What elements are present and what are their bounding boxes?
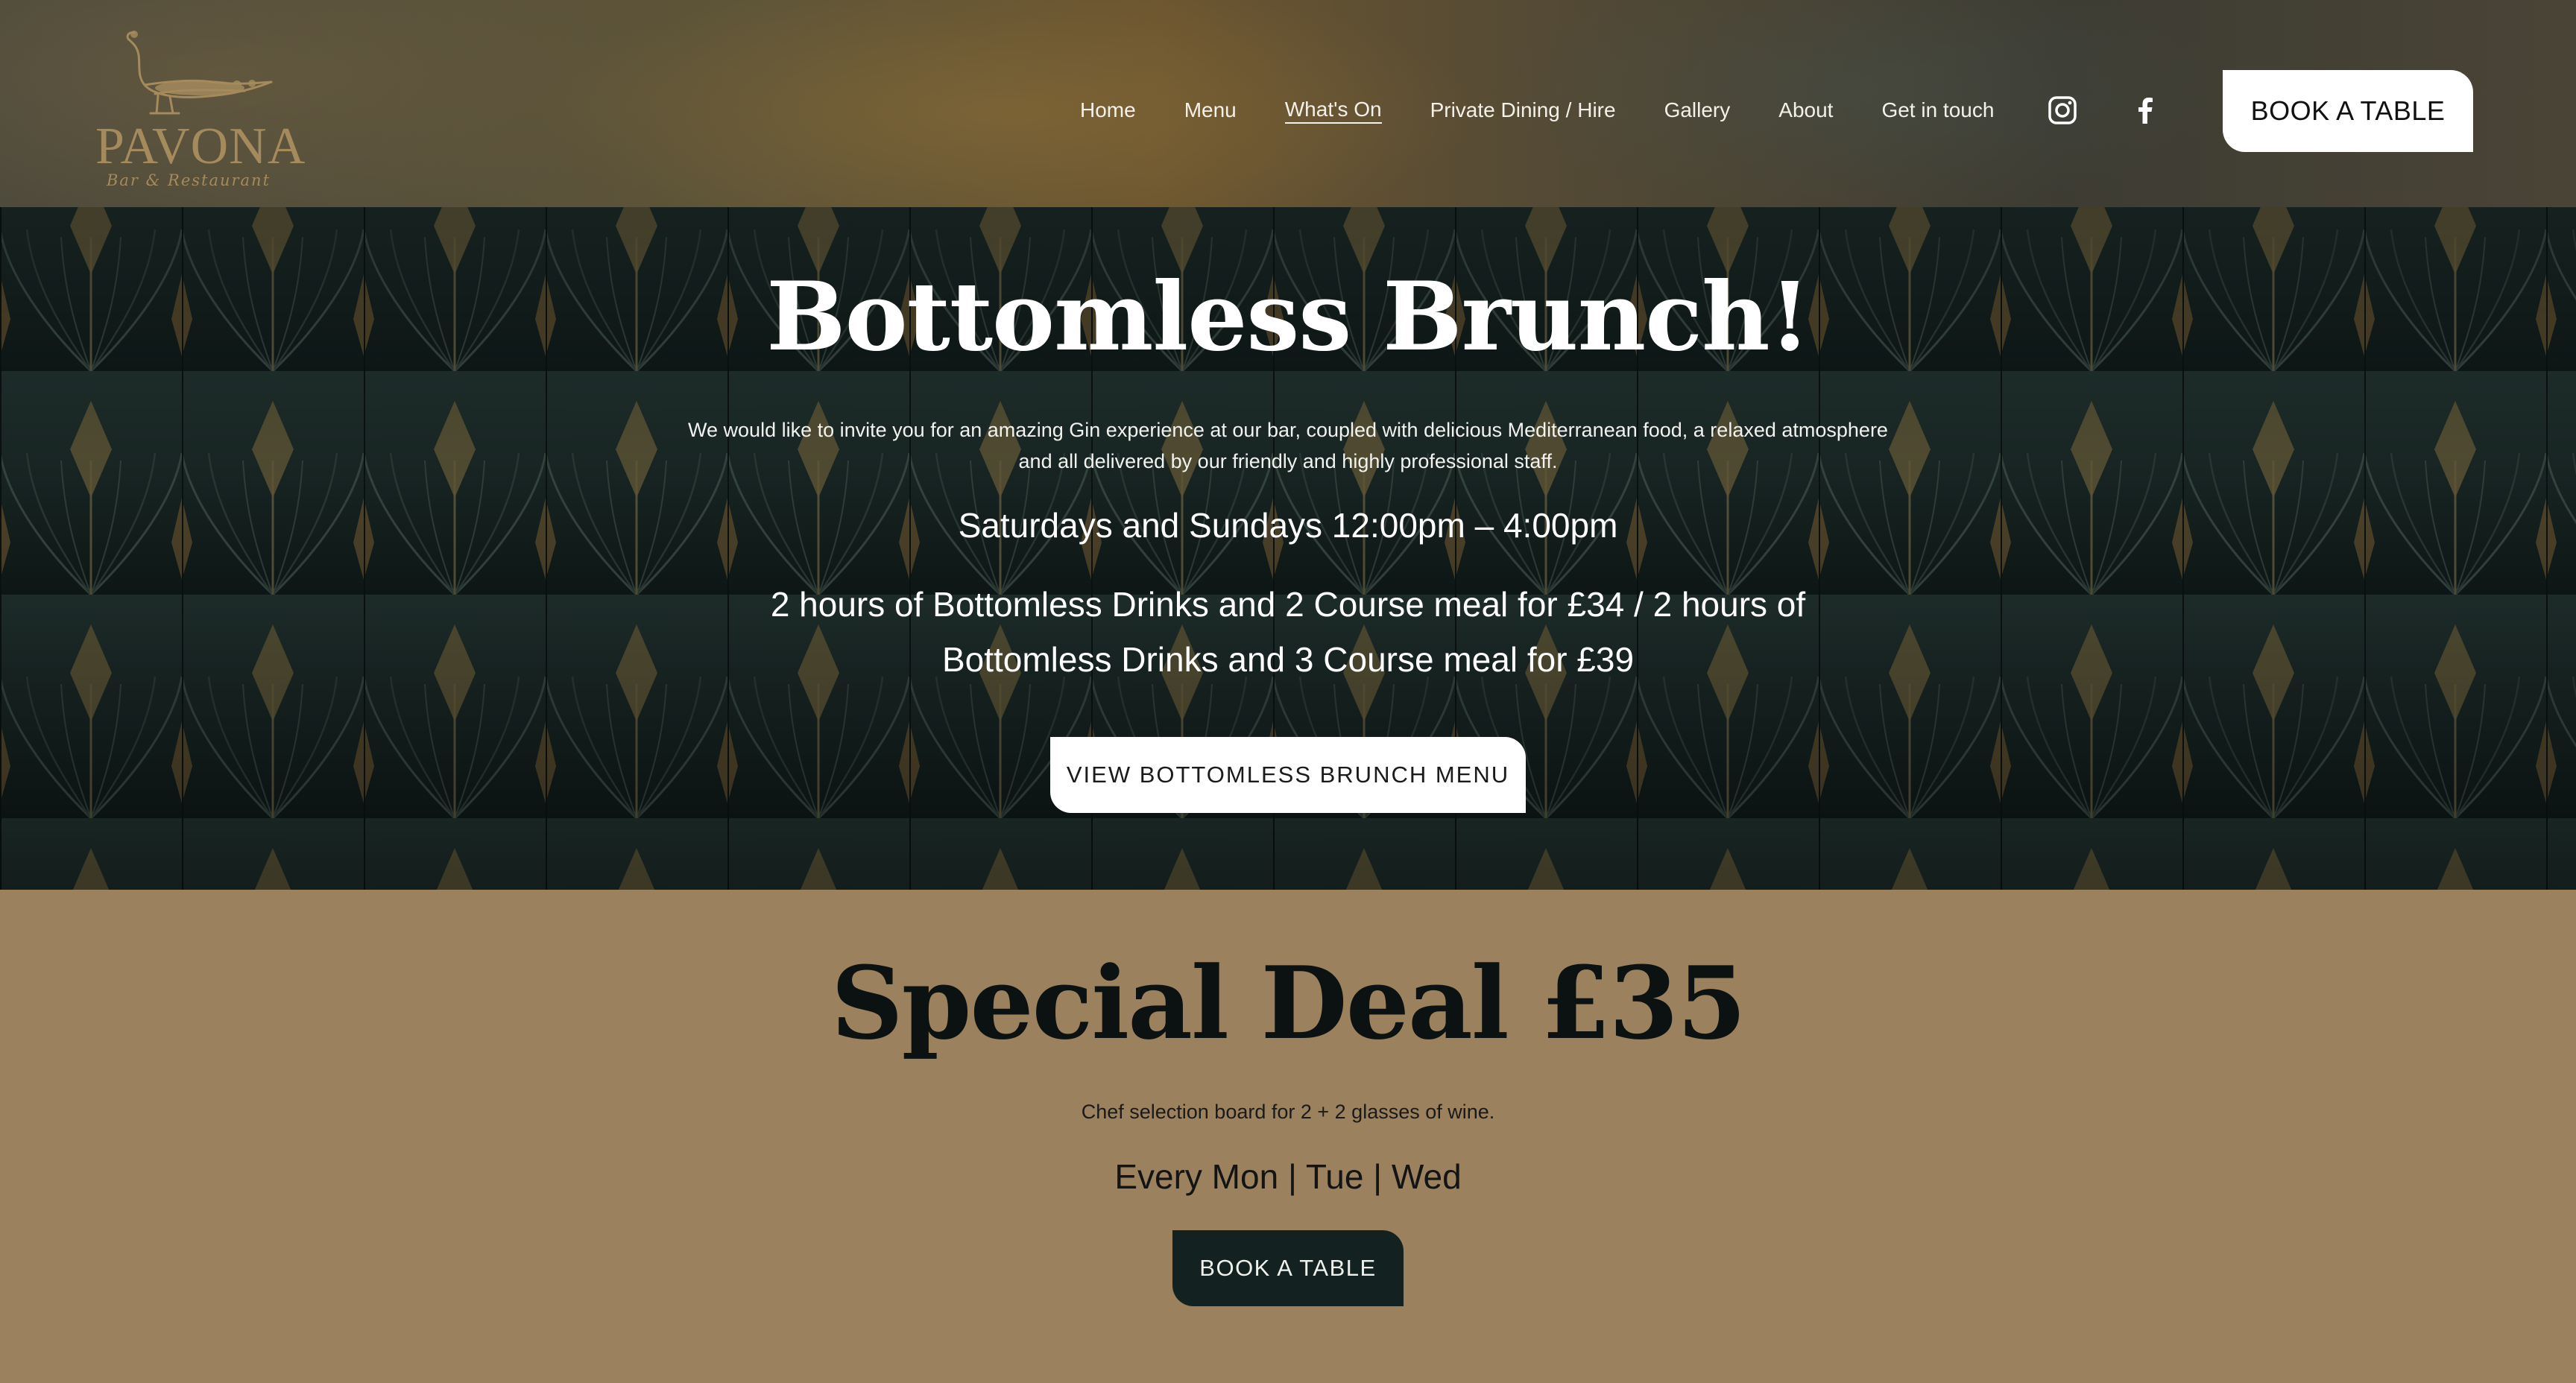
instagram-icon[interactable] xyxy=(2046,94,2079,127)
special-deal-section: Special Deal £35 Chef selection board fo… xyxy=(0,890,2576,1383)
nav-get-in-touch[interactable]: Get in touch xyxy=(1881,97,1994,124)
nav-home[interactable]: Home xyxy=(1080,97,1136,124)
view-brunch-menu-button[interactable]: VIEW BOTTOMLESS BRUNCH MENU xyxy=(1050,737,1526,813)
peacock-icon xyxy=(126,31,273,115)
nav-menu[interactable]: Menu xyxy=(1184,97,1237,124)
deal-book-a-table-button[interactable]: BOOK A TABLE xyxy=(1172,1230,1404,1306)
deal-description: Chef selection board for 2 + 2 glasses o… xyxy=(1081,1101,1495,1123)
main-nav: Home Menu What's On Private Dining / Hir… xyxy=(1080,97,2042,124)
logo-tagline: Bar & Restaurant xyxy=(106,171,271,189)
deal-title: Special Deal £35 xyxy=(830,944,1746,1062)
nav-private-dining[interactable]: Private Dining / Hire xyxy=(1430,97,1616,124)
pavona-logo[interactable]: PAVONA Bar & Restaurant xyxy=(95,30,306,194)
deal-days-text: Every Mon | Tue | Wed xyxy=(1114,1157,1462,1196)
nav-whats-on[interactable]: What's On xyxy=(1284,97,1382,124)
hero-days-text: Saturdays and Sundays 12:00pm – 4:00pm xyxy=(958,506,1618,545)
hero-intro-text: We would like to invite you for an amazi… xyxy=(688,419,1888,472)
logo-wordmark: PAVONA xyxy=(95,118,306,175)
nav-about[interactable]: About xyxy=(1778,97,1833,124)
hero-title: Bottomless Brunch! xyxy=(766,262,1811,372)
site-header: PAVONA Bar & Restaurant Home Menu What's… xyxy=(0,0,2576,207)
nav-gallery[interactable]: Gallery xyxy=(1664,97,1731,124)
hero-offer-text: 2 hours of Bottomless Drinks and 2 Cours… xyxy=(770,585,1806,679)
book-a-table-button[interactable]: BOOK A TABLE xyxy=(2223,70,2473,152)
facebook-icon[interactable] xyxy=(2129,94,2162,127)
bottomless-brunch-section: Bottomless Brunch! We would like to invi… xyxy=(0,207,2576,890)
